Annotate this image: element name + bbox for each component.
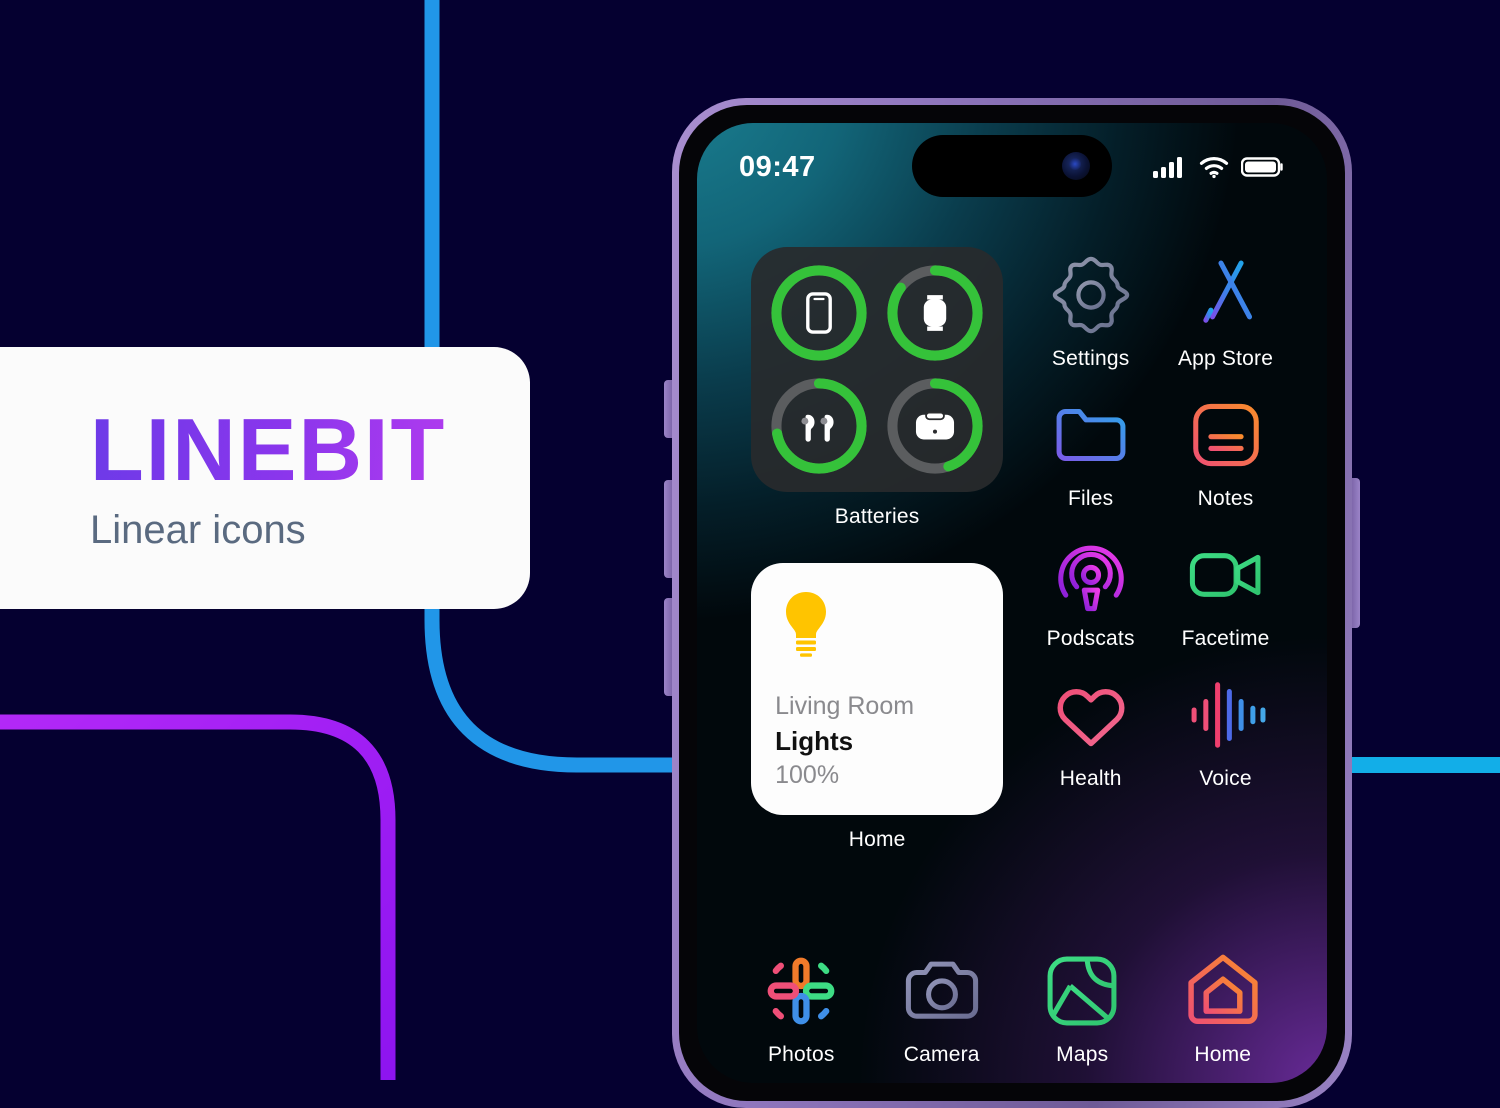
app-notes[interactable]: Notes <box>1158 393 1293 511</box>
app-row-3: Podscats Facetime <box>1023 533 1293 651</box>
signal-bars-icon <box>1153 157 1182 178</box>
battery-ring-watch <box>887 265 983 361</box>
power-button[interactable] <box>1352 478 1360 628</box>
volume-down-button[interactable] <box>664 598 672 696</box>
iphone-mockup: 09:47 Batteries Living Room Lights 100% … <box>664 98 1360 1108</box>
watch-icon <box>923 295 947 332</box>
status-clock: 09:47 <box>739 150 816 183</box>
app-photos[interactable]: Photos <box>731 949 872 1067</box>
app-label-photos: Photos <box>767 1043 835 1066</box>
app-label-app-store: App Store <box>1177 347 1274 370</box>
widget-home[interactable]: Living Room Lights 100% Home <box>731 563 1023 852</box>
brand-title: LINEBIT <box>90 406 530 494</box>
app-row-2: Files Notes <box>1023 393 1293 511</box>
home-widget-body[interactable]: Living Room Lights 100% <box>751 563 1004 815</box>
phone-bezel: 09:47 Batteries Living Room Lights 100% … <box>679 105 1345 1101</box>
video-camera-icon <box>1189 553 1260 597</box>
battery-icon <box>1241 157 1283 177</box>
batteries-widget-body[interactable] <box>751 247 1004 492</box>
app-facetime[interactable]: Facetime <box>1158 533 1293 651</box>
heart-icon <box>1057 689 1125 747</box>
airpods-case-icon <box>916 411 955 440</box>
dynamic-island <box>912 135 1112 197</box>
app-store-icon <box>1192 260 1259 323</box>
lightbulb-icon <box>786 592 827 657</box>
app-label-settings: Settings <box>1051 347 1130 370</box>
app-label-health: Health <box>1059 767 1122 790</box>
battery-ring-airpods-case <box>887 378 983 474</box>
blue-curve-line <box>424 604 700 773</box>
app-row-4: Health Voice <box>1023 673 1293 791</box>
app-podcasts[interactable]: Podscats <box>1023 533 1158 651</box>
notes-icon <box>1192 403 1259 467</box>
app-voice[interactable]: Voice <box>1158 673 1293 791</box>
gear-icon <box>1052 256 1129 334</box>
waveform-icon <box>1191 682 1266 748</box>
app-row-1: Settings App Store <box>1023 253 1293 371</box>
battery-ring-iphone <box>771 265 867 361</box>
app-label-camera: Camera <box>903 1043 980 1066</box>
silence-switch[interactable] <box>664 380 672 438</box>
home-widget-room: Living Room <box>775 692 915 721</box>
podcast-icon <box>1057 545 1124 612</box>
widget-label-batteries: Batteries <box>834 505 920 528</box>
volume-up-button[interactable] <box>664 480 672 578</box>
battery-ring-airpods <box>771 378 867 474</box>
house-icon <box>1188 954 1258 1024</box>
brand-card: LINEBIT Linear icons <box>0 347 530 609</box>
phone-screen: 09:47 Batteries Living Room Lights 100% … <box>697 123 1327 1083</box>
app-app-store[interactable]: App Store <box>1158 253 1293 371</box>
app-health[interactable]: Health <box>1023 673 1158 791</box>
app-row-bottom: Photos Camera Maps Home <box>731 949 1293 1067</box>
home-widget-value: 100% <box>775 760 840 789</box>
iphone-icon <box>806 292 832 334</box>
maps-icon <box>1047 956 1117 1026</box>
app-label-home: Home <box>1194 1043 1252 1066</box>
app-label-files: Files <box>1068 487 1114 510</box>
folder-icon <box>1056 408 1126 462</box>
purple-corner-line <box>0 714 396 1080</box>
home-widget-accessory: Lights <box>775 725 854 756</box>
app-label-podcasts: Podscats <box>1046 627 1135 650</box>
app-home[interactable]: Home <box>1153 949 1294 1067</box>
app-label-maps: Maps <box>1056 1043 1109 1066</box>
app-label-notes: Notes <box>1197 487 1254 510</box>
widget-label-home: Home <box>848 828 906 851</box>
brand-subtitle: Linear icons <box>90 508 306 552</box>
wifi-icon <box>1199 157 1229 179</box>
photos-pinwheel-icon <box>767 957 835 1025</box>
app-files[interactable]: Files <box>1023 393 1158 511</box>
phone-frame: 09:47 Batteries Living Room Lights 100% … <box>664 98 1360 1108</box>
app-label-facetime: Facetime <box>1181 627 1270 650</box>
camera-icon <box>905 961 978 1019</box>
widget-batteries[interactable]: Batteries <box>731 247 1023 529</box>
app-maps[interactable]: Maps <box>1012 949 1153 1067</box>
airpods-icon <box>801 414 834 442</box>
app-camera[interactable]: Camera <box>872 949 1013 1067</box>
app-settings[interactable]: Settings <box>1023 253 1158 371</box>
front-camera-lens-icon <box>1062 152 1090 180</box>
app-label-voice: Voice <box>1199 767 1252 790</box>
